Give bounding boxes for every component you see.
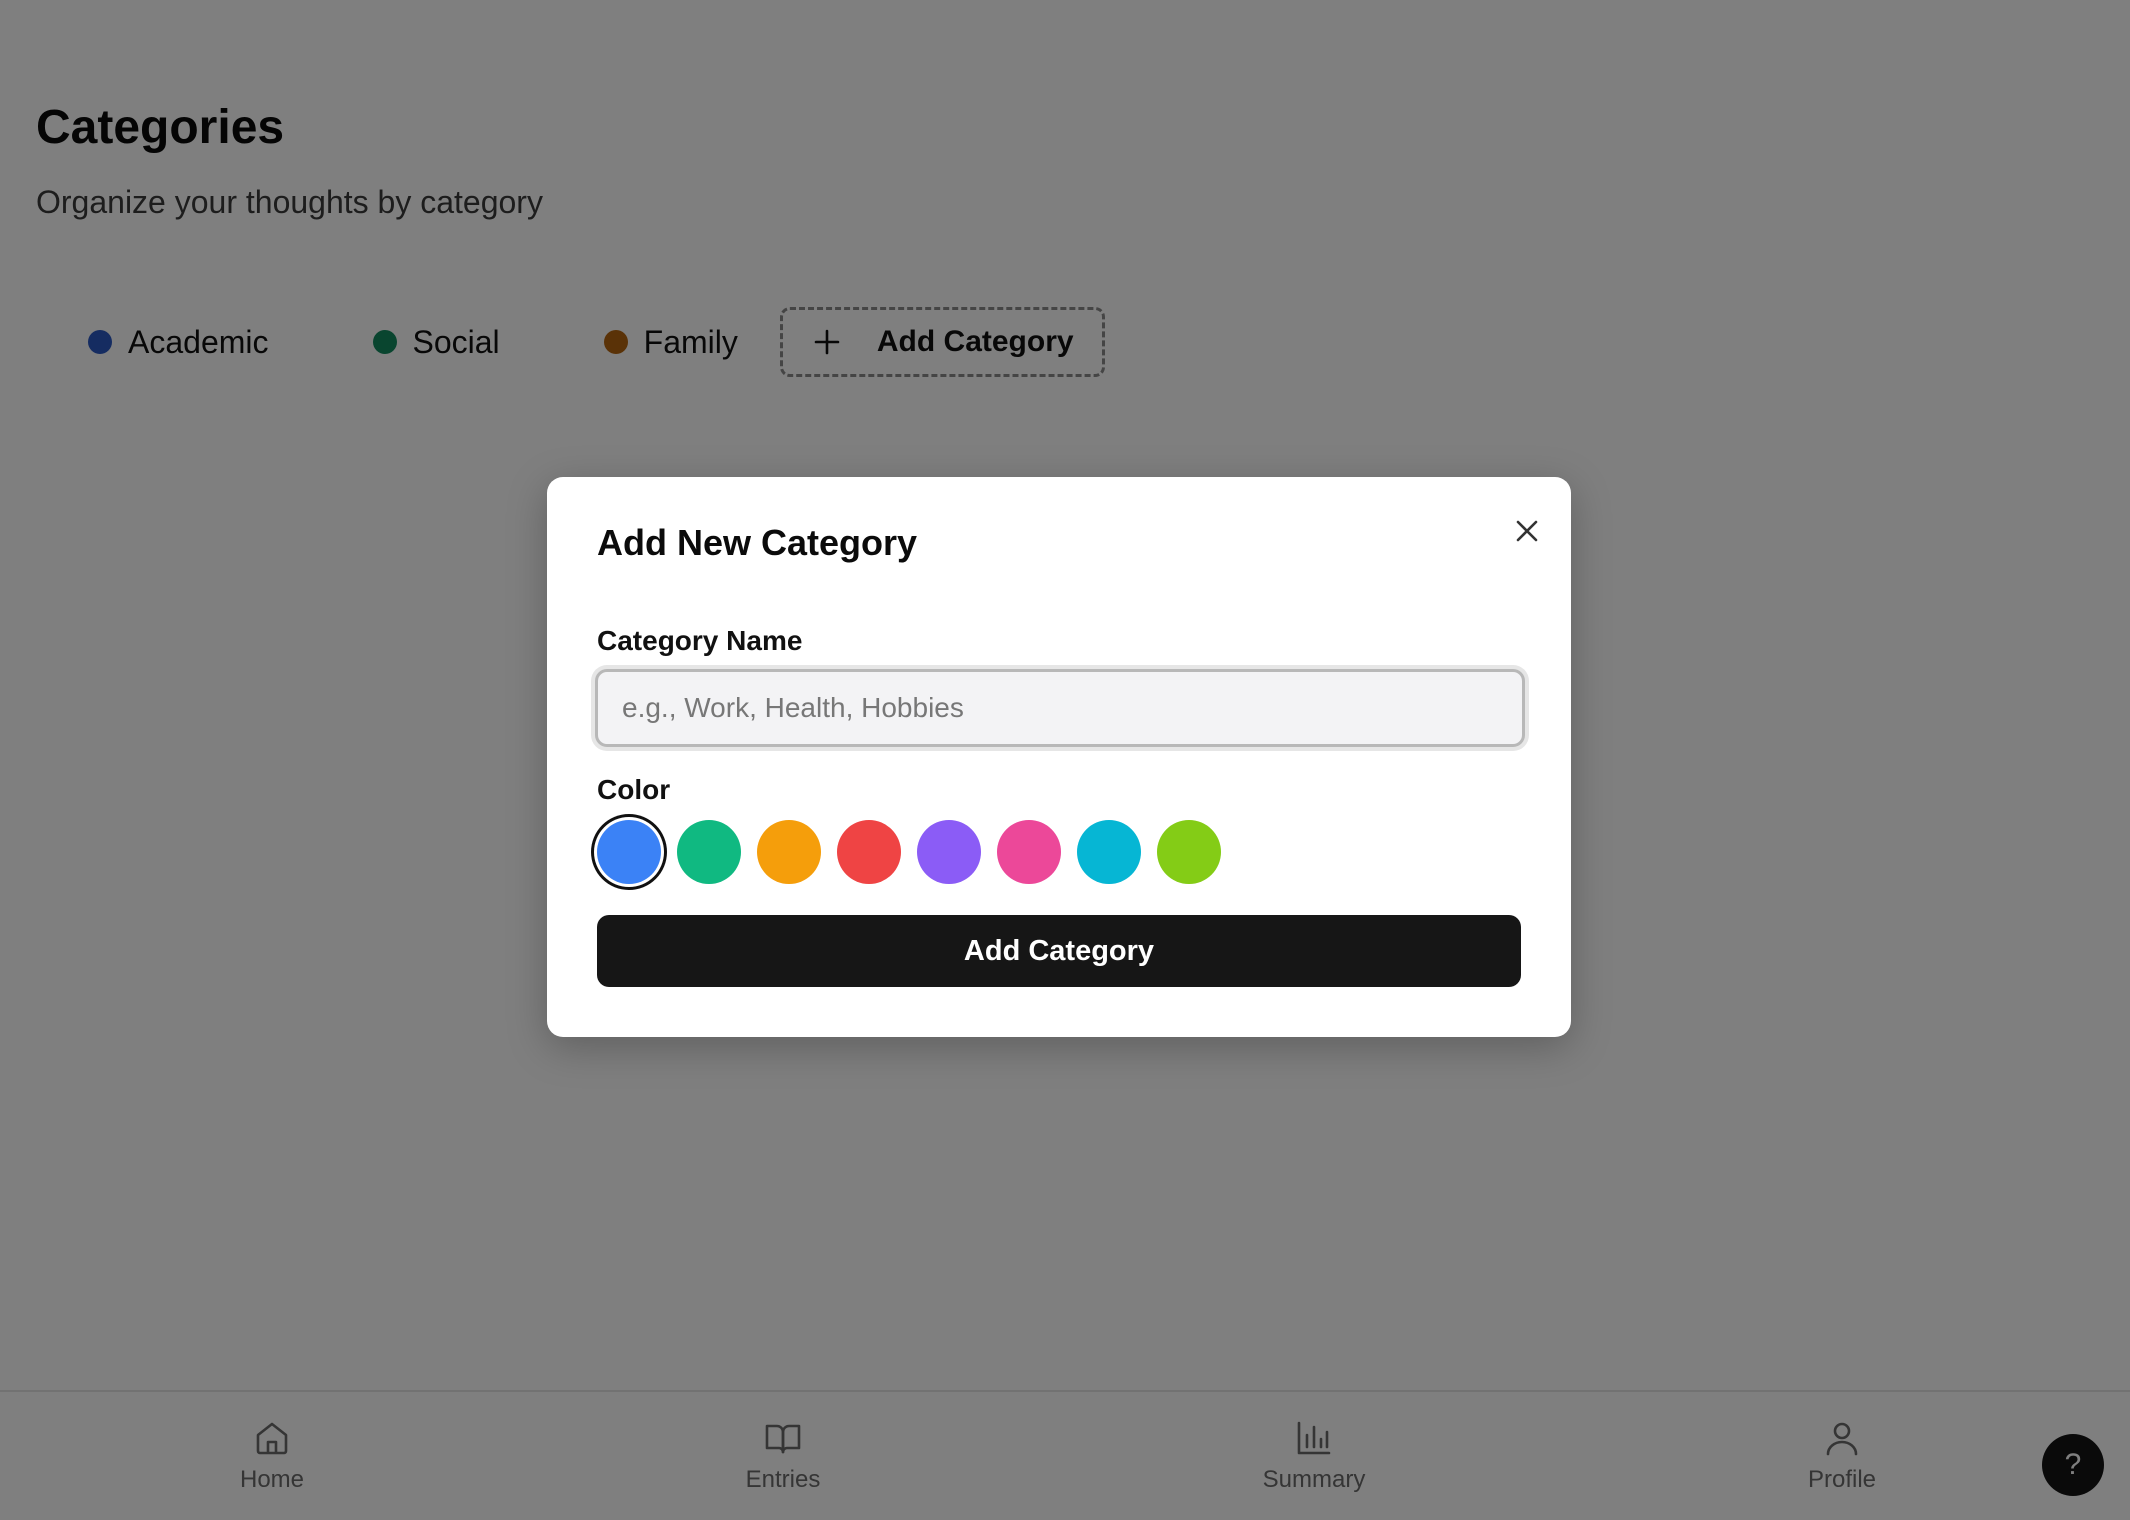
close-button[interactable]	[1507, 511, 1547, 551]
color-swatch-pink[interactable]	[997, 820, 1061, 884]
color-label: Color	[597, 774, 671, 805]
color-swatch-purple[interactable]	[917, 820, 981, 884]
color-swatch-red[interactable]	[837, 820, 901, 884]
add-category-submit-button[interactable]: Add Category	[597, 915, 1521, 987]
color-swatch-amber[interactable]	[757, 820, 821, 884]
add-category-dialog: Add New Category Category Name Color Add…	[547, 477, 1571, 1037]
dialog-title: Add New Category	[597, 522, 918, 563]
color-swatch-green[interactable]	[677, 820, 741, 884]
category-name-label: Category Name	[597, 625, 803, 656]
category-name-input[interactable]	[595, 669, 1525, 747]
color-swatch-blue[interactable]	[597, 820, 661, 884]
close-icon	[1516, 520, 1538, 542]
color-picker	[597, 819, 1237, 885]
color-swatch-lime[interactable]	[1157, 820, 1221, 884]
color-swatch-cyan[interactable]	[1077, 820, 1141, 884]
